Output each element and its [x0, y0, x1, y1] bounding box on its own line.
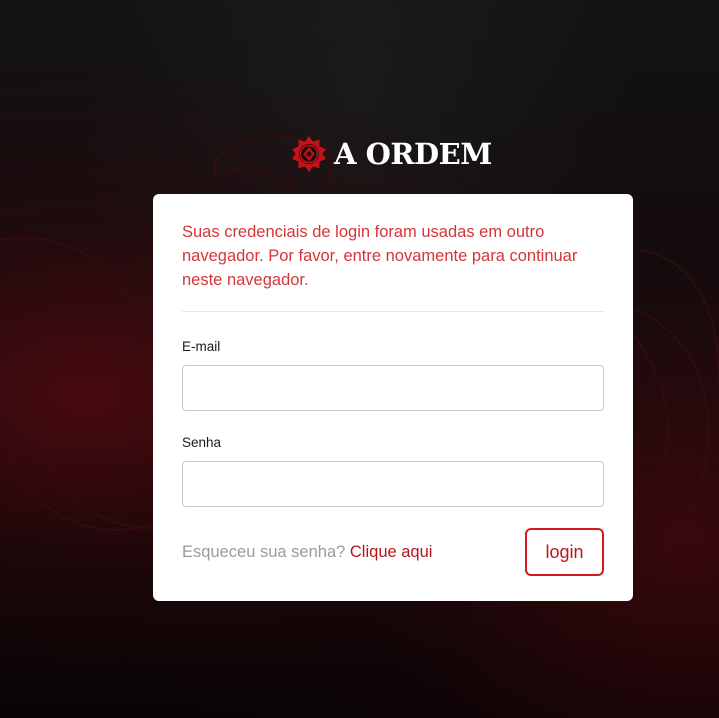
email-field[interactable] [182, 365, 604, 411]
session-alert-message: Suas credenciais de login foram usadas e… [182, 223, 578, 289]
login-footer: Esqueceu sua senha? Clique aqui login [182, 528, 604, 576]
ornamental-rose-emblem-icon [291, 135, 327, 173]
brand-logo: A ORDEM [290, 134, 492, 174]
login-card: Suas credenciais de login foram usadas e… [153, 194, 633, 601]
password-label: Senha [182, 435, 222, 450]
forgot-password-text: Esqueceu sua senha? Clique aqui [182, 543, 432, 562]
forgot-password-link[interactable]: Clique aqui [350, 543, 433, 561]
login-button[interactable]: login [525, 528, 604, 576]
forgot-password-prompt: Esqueceu sua senha? [182, 542, 346, 561]
divider [182, 311, 604, 312]
password-field[interactable] [182, 461, 604, 507]
brand-name: A ORDEM [334, 137, 492, 171]
email-label: E-mail [182, 339, 221, 354]
